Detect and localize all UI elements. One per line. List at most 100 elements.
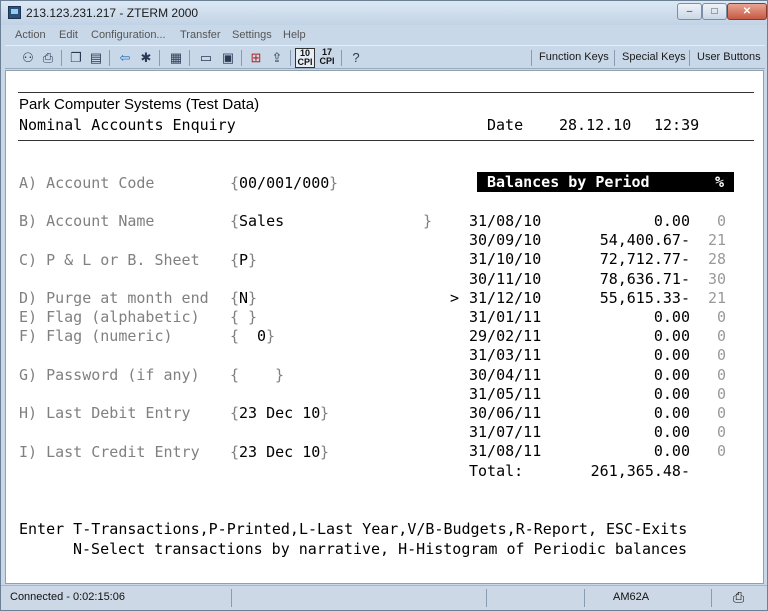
balance-period-percent: 0 <box>716 404 726 422</box>
cpi-10-button[interactable]: 10 CPI <box>295 48 315 68</box>
field-brace: } <box>248 251 258 269</box>
balance-period-date: 31/07/11 <box>469 423 542 441</box>
current-date: 28.12.10 <box>559 116 632 134</box>
close-button[interactable]: ✕ <box>727 3 767 20</box>
company-name: Park Computer Systems (Test Data) <box>19 96 260 113</box>
upload-icon[interactable]: ⇪ <box>268 49 286 67</box>
title-bar[interactable]: 213.123.231.217 - ZTERM 2000 – □ ✕ <box>1 1 767 25</box>
balances-header: Balances by Period % <box>477 172 734 192</box>
user-buttons-button[interactable]: User Buttons <box>697 51 761 63</box>
last-credit-field[interactable]: 23 Dec 10 <box>239 443 320 461</box>
field-brace: } <box>248 289 258 307</box>
balance-period-date: 31/03/11 <box>469 346 542 364</box>
capture-icon[interactable]: ⊞ <box>247 49 265 67</box>
cpi-10-label: CPI <box>297 57 313 67</box>
new-icon[interactable]: ▭ <box>197 49 215 67</box>
open-icon[interactable]: ▣ <box>219 49 237 67</box>
function-keys-button[interactable]: Function Keys <box>539 51 609 63</box>
balance-period-date: 30/11/10 <box>469 270 542 288</box>
toolbar-separator <box>109 50 110 66</box>
menu-help[interactable]: Help <box>283 29 306 41</box>
field-label-account-name: B) Account Name <box>19 212 155 230</box>
back-icon[interactable]: ⇦ <box>116 49 134 67</box>
balance-period-amount: 54,400.67- <box>599 231 690 249</box>
run-icon[interactable]: ✱ <box>137 49 155 67</box>
maximize-button[interactable]: □ <box>702 3 727 20</box>
field-label-purge: D) Purge at month end <box>19 289 209 307</box>
menu-bar: Action Edit Configuration... Transfer Se… <box>5 27 765 44</box>
printer-icon[interactable]: ⎙ <box>733 589 744 606</box>
paste-icon[interactable]: ▤ <box>87 49 105 67</box>
password-field[interactable] <box>239 366 275 384</box>
balance-period-date: 30/04/11 <box>469 366 542 384</box>
balance-period-amount: 0.00 <box>653 212 690 230</box>
menu-transfer[interactable]: Transfer <box>180 29 221 41</box>
field-brace: } <box>275 366 285 384</box>
zterm-app-icon[interactable] <box>8 6 21 19</box>
current-time: 12:39 <box>654 116 700 134</box>
minimize-button[interactable]: – <box>677 3 702 20</box>
balance-period-amount: 0.00 <box>653 423 690 441</box>
menu-settings[interactable]: Settings <box>232 29 272 41</box>
balance-period-amount: 0.00 <box>653 404 690 422</box>
field-brace: { <box>230 212 240 230</box>
app-window: 213.123.231.217 - ZTERM 2000 – □ ✕ Actio… <box>0 0 768 611</box>
current-period-marker: > <box>450 289 460 307</box>
balance-period-amount: 78,636.71- <box>599 270 690 288</box>
field-brace: } <box>248 308 258 326</box>
pl-bsheet-field[interactable]: P <box>239 251 248 269</box>
properties-icon[interactable]: ▦ <box>167 49 185 67</box>
field-brace: } <box>320 443 330 461</box>
balance-period-date: 31/08/10 <box>469 212 542 230</box>
window-title: 213.123.231.217 - ZTERM 2000 <box>26 6 199 20</box>
balances-pct-header: % <box>715 173 725 191</box>
balance-period-date: 29/02/11 <box>469 327 542 345</box>
menu-configuration[interactable]: Configuration... <box>91 29 166 41</box>
connection-status: Connected - 0:02:15:06 <box>10 591 125 603</box>
toolbar-separator <box>159 50 160 66</box>
balance-period-percent: 0 <box>716 308 726 326</box>
flag-alpha-field[interactable] <box>239 308 248 326</box>
last-debit-field[interactable]: 23 Dec 10 <box>239 404 320 422</box>
balance-period-date: 31/01/11 <box>469 308 542 326</box>
balance-period-percent: 0 <box>716 327 726 345</box>
connect-icon[interactable]: ⚇ <box>19 49 37 67</box>
balance-period-percent: 0 <box>716 442 726 460</box>
total-amount: 261,365.48- <box>590 462 690 480</box>
screen-title: Nominal Accounts Enquiry <box>19 116 236 134</box>
balance-period-percent: 0 <box>716 385 726 403</box>
balance-period-date: 31/10/10 <box>469 250 542 268</box>
help-icon[interactable]: ? <box>347 49 365 67</box>
field-brace: } <box>423 212 433 230</box>
purge-field[interactable]: N <box>239 289 248 307</box>
cpi-17-button[interactable]: 17 CPI <box>317 48 337 68</box>
account-name-field[interactable]: Sales <box>239 212 284 230</box>
print-icon[interactable]: ⎙ <box>39 49 57 67</box>
status-separator <box>711 589 712 607</box>
help-line-1: Enter T-Transactions,P-Printed,L-Last Ye… <box>19 520 688 538</box>
field-brace: } <box>266 327 276 345</box>
special-keys-button[interactable]: Special Keys <box>622 51 686 63</box>
copy-icon[interactable]: ❐ <box>67 49 85 67</box>
balance-period-amount: 0.00 <box>653 308 690 326</box>
balance-period-date: 31/08/11 <box>469 442 542 460</box>
flag-numeric-field[interactable]: 0 <box>239 327 266 345</box>
balance-period-amount: 72,712.77- <box>599 250 690 268</box>
menu-action[interactable]: Action <box>15 29 46 41</box>
field-brace: { <box>230 174 240 192</box>
field-brace: { <box>230 404 240 422</box>
terminal-screen[interactable]: Park Computer Systems (Test Data) Nomina… <box>5 70 764 584</box>
field-brace: } <box>320 404 330 422</box>
field-label-pl-bsheet: C) P & L or B. Sheet <box>19 251 200 269</box>
total-label: Total: <box>469 462 524 480</box>
status-separator <box>231 589 232 607</box>
menu-edit[interactable]: Edit <box>59 29 78 41</box>
balance-period-date: 30/09/10 <box>469 231 542 249</box>
status-bar: Connected - 0:02:15:06 AM62A ⎙ <box>1 585 767 610</box>
status-separator <box>584 589 585 607</box>
balance-period-percent: 0 <box>716 366 726 384</box>
field-label-flag-numeric: F) Flag (numeric) <box>19 327 173 345</box>
balance-period-amount: 0.00 <box>653 327 690 345</box>
status-separator <box>486 589 487 607</box>
account-code-field[interactable]: 00/001/000 <box>239 174 329 192</box>
